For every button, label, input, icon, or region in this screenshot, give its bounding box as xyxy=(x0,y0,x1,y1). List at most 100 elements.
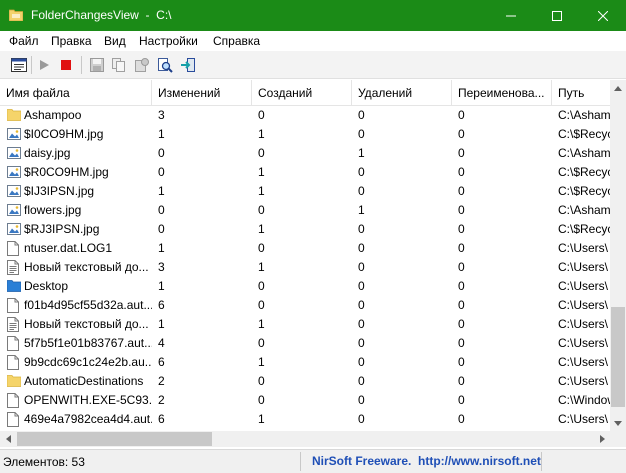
stop-button[interactable] xyxy=(57,56,75,74)
column-header-path[interactable]: Путь xyxy=(552,80,610,106)
cell-deleted-count: 0 xyxy=(358,260,365,274)
table-row[interactable]: OPENWITH.EXE-5C93... 2 0 0 0 C:\Windows\ xyxy=(0,391,610,410)
scroll-left-arrow[interactable] xyxy=(0,431,16,447)
column-header-modified[interactable]: Изменений xyxy=(152,80,252,106)
vertical-scroll-thumb[interactable] xyxy=(611,307,625,407)
cell-filename: $I0CO9HM.jpg xyxy=(24,127,104,141)
cell-renamed-count: 0 xyxy=(458,127,465,141)
cell-filename: f01b4d95cf55d32a.aut... xyxy=(24,298,152,312)
cell-filename: Desktop xyxy=(24,279,69,293)
cell-filename: $R0CO9HM.jpg xyxy=(24,165,109,179)
table-row[interactable]: Desktop 1 0 0 0 C:\Users\ xyxy=(0,277,610,296)
file-icon xyxy=(7,355,21,370)
cell-deleted-count: 1 xyxy=(358,203,365,217)
column-header-deleted[interactable]: Удалений xyxy=(352,80,452,106)
cell-created-count: 0 xyxy=(258,241,265,255)
cell-created-count: 0 xyxy=(258,393,265,407)
cell-renamed-count: 0 xyxy=(458,165,465,179)
table-row[interactable]: 5f7b5f1e01b83767.aut... 4 0 0 0 C:\Users\ xyxy=(0,334,610,353)
find-button[interactable] xyxy=(156,56,174,74)
cell-deleted-count: 0 xyxy=(358,298,365,312)
chevron-left-icon xyxy=(5,435,11,443)
list-rows: Ashampoo 3 0 0 0 C:\Ashampoo $I0CO9HM.jpg 1 1 0 0 C… xyxy=(0,106,610,429)
cell-renamed-count: 0 xyxy=(458,412,465,426)
column-header-renamed[interactable]: Переименова... xyxy=(452,80,552,106)
table-row[interactable]: flowers.jpg 0 0 1 0 C:\Ashampoo xyxy=(0,201,610,220)
file-icon xyxy=(7,298,21,313)
cell-modified-count: 3 xyxy=(158,260,165,274)
table-row[interactable]: 9b9cdc69c1c24e2b.au... 6 1 0 0 C:\Users\ xyxy=(0,353,610,372)
file-icon xyxy=(7,241,21,256)
title-bar[interactable]: FolderChangesView - C:\ xyxy=(0,0,626,31)
table-row[interactable]: $R0CO9HM.jpg 0 1 0 0 C:\$Recycle.Bin xyxy=(0,163,610,182)
scroll-down-arrow[interactable] xyxy=(610,415,626,431)
cell-modified-count: 0 xyxy=(158,146,165,160)
menu-edit[interactable]: Правка xyxy=(51,34,92,48)
table-row[interactable]: $RJ3IPSN.jpg 0 1 0 0 C:\$Recycle.Bin xyxy=(0,220,610,239)
html-report-icon xyxy=(135,58,149,72)
status-bar: Элементов: 53 NirSoft Freeware. http://w… xyxy=(0,449,626,473)
cell-path: C:\Ashampoo xyxy=(558,203,610,217)
text-file-icon xyxy=(7,317,21,332)
save-icon xyxy=(90,58,104,72)
table-row[interactable]: Новый текстовый до... 3 1 0 0 C:\Users\ xyxy=(0,258,610,277)
properties-button[interactable] xyxy=(10,56,28,74)
cell-deleted-count: 0 xyxy=(358,184,365,198)
menu-view[interactable]: Вид xyxy=(104,34,126,48)
copy-button[interactable] xyxy=(110,56,128,74)
window-title: FolderChangesView - C:\ xyxy=(31,8,172,22)
cell-deleted-count: 0 xyxy=(358,355,365,369)
close-button[interactable] xyxy=(580,0,626,31)
scroll-right-arrow[interactable] xyxy=(594,431,610,447)
folder-icon xyxy=(6,108,22,123)
item-count: Элементов: 53 xyxy=(3,455,85,469)
cell-modified-count: 2 xyxy=(158,393,165,407)
cell-path: C:\$Recycle.Bin xyxy=(558,165,610,179)
table-row[interactable]: Ashampoo 3 0 0 0 C:\Ashampoo xyxy=(0,106,610,125)
start-button[interactable] xyxy=(35,56,53,74)
table-row[interactable]: Новый текстовый до... 1 1 0 0 C:\Users\ xyxy=(0,315,610,334)
file-list: Имя файла Изменений Созданий Удалений Пе… xyxy=(0,80,626,450)
cell-deleted-count: 0 xyxy=(358,393,365,407)
exit-button[interactable] xyxy=(179,56,197,74)
desktop-folder-icon xyxy=(6,279,22,294)
toolbar xyxy=(0,51,626,79)
cell-path: C:\Ashampoo xyxy=(558,108,610,122)
toolbar-separator xyxy=(31,56,32,74)
cell-filename: ntuser.dat.LOG1 xyxy=(24,241,113,255)
horizontal-scroll-thumb[interactable] xyxy=(17,432,212,446)
save-button[interactable] xyxy=(88,56,106,74)
menu-help[interactable]: Справка xyxy=(213,34,260,48)
cell-path: C:\$Recycle.Bin xyxy=(558,127,610,141)
html-report-button[interactable] xyxy=(133,56,151,74)
menu-file[interactable]: Файл xyxy=(9,34,39,48)
cell-path: C:\Users\ xyxy=(558,355,609,369)
close-icon xyxy=(598,10,608,21)
properties-icon xyxy=(11,58,27,72)
column-header-created[interactable]: Созданий xyxy=(252,80,352,106)
cell-path: C:\Windows\ xyxy=(558,393,610,407)
cell-deleted-count: 0 xyxy=(358,127,365,141)
cell-created-count: 0 xyxy=(258,279,265,293)
minimize-button[interactable] xyxy=(488,0,534,31)
cell-deleted-count: 0 xyxy=(358,336,365,350)
table-row[interactable]: daisy.jpg 0 0 1 0 C:\Ashampoo xyxy=(0,144,610,163)
table-row[interactable]: $I0CO9HM.jpg 1 1 0 0 C:\$Recycle.Bin xyxy=(0,125,610,144)
table-row[interactable]: $IJ3IPSN.jpg 1 1 0 0 C:\$Recycle.Bin xyxy=(0,182,610,201)
maximize-button[interactable] xyxy=(534,0,580,31)
table-row[interactable]: f01b4d95cf55d32a.aut... 6 0 0 0 C:\Users\ xyxy=(0,296,610,315)
cell-renamed-count: 0 xyxy=(458,355,465,369)
chevron-down-icon xyxy=(614,420,622,426)
cell-deleted-count: 0 xyxy=(358,279,365,293)
scroll-up-arrow[interactable] xyxy=(610,80,626,96)
cell-filename: flowers.jpg xyxy=(24,203,82,217)
nirsoft-link[interactable]: NirSoft Freeware. http://www.nirsoft.net xyxy=(312,454,541,468)
menu-settings[interactable]: Настройки xyxy=(139,34,198,48)
table-row[interactable]: 469e4a7982cea4d4.aut... 6 1 0 0 C:\Users\ xyxy=(0,410,610,429)
column-header-filename[interactable]: Имя файла xyxy=(0,80,152,106)
table-row[interactable]: AutomaticDestinations 2 0 0 0 C:\Users\ xyxy=(0,372,610,391)
list-header: Имя файла Изменений Созданий Удалений Пе… xyxy=(0,80,610,106)
cell-renamed-count: 0 xyxy=(458,108,465,122)
cell-renamed-count: 0 xyxy=(458,336,465,350)
table-row[interactable]: ntuser.dat.LOG1 1 0 0 0 C:\Users\ xyxy=(0,239,610,258)
